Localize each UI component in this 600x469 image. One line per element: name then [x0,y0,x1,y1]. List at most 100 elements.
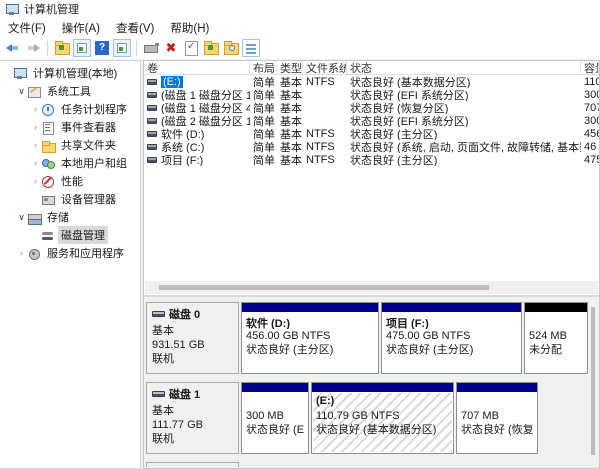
menu-item[interactable]: 帮助(H) [162,18,217,38]
partition-box[interactable]: 项目 (F:)475.00 GB NTFS状态良好 (主分区) [381,302,522,374]
horizontal-scrollbar[interactable] [145,281,598,294]
partition-box[interactable]: 300 MB状态良好 (EFI 系统分区) [241,382,309,454]
sidebar-item[interactable]: 设备管理器 [0,190,140,208]
layout-cell: 简单 [250,114,277,127]
chevron-right-icon[interactable]: › [16,248,27,258]
partition-body: (E:)110.79 GB NTFS状态良好 (基本数据分区) [313,393,452,452]
back-icon[interactable] [4,39,22,57]
disk-info-cell[interactable]: 磁盘 1基本111.77 GB联机 [146,382,239,454]
chevron-right-icon[interactable]: › [30,104,41,114]
layout-cell: 简单 [250,153,277,166]
properties-icon[interactable] [242,39,260,57]
delete-volume-icon[interactable]: ✖ [162,39,180,57]
column-header[interactable]: 文件系统 [303,61,347,74]
column-header[interactable]: 状态 [347,61,581,74]
menu-item[interactable]: 查看(V) [108,18,162,38]
filesystem-cell: NTFS [303,127,347,140]
partition-title [246,395,304,409]
action-pane-icon[interactable] [113,39,131,57]
console-tree-icon[interactable] [73,39,91,57]
disk-size: 931.51 GB [152,338,233,352]
toolbar: ✖ [0,37,600,59]
partition-color-bar [457,383,537,392]
status-cell: 状态良好 (系统, 启动, 页面文件, 故障转储, 基本数据分区) [347,140,581,153]
volume-row[interactable]: (磁盘 1 磁盘分区 4)简单基本状态良好 (恢复分区)707 MB [144,101,599,114]
volume-cell: (E:) [144,75,250,88]
vertical-scrollbar-thumb[interactable] [591,307,595,455]
sidebar-item-label: 事件查看器 [58,118,119,136]
disk-type: 基本 [152,404,233,418]
filesystem-cell: NTFS [303,75,347,88]
partition-size: 300 MB [246,409,304,423]
disk-management-icon [41,229,55,242]
sidebar-item[interactable]: ›本地用户和组 [0,154,140,172]
help-icon[interactable] [93,39,111,57]
partition-box[interactable]: 707 MB状态良好 (恢复分区) [456,382,538,454]
disk-icon [152,391,165,397]
volume-row[interactable]: (E:)简单基本NTFS状态良好 (基本数据分区)110.79 GB [144,75,599,88]
partition-color-bar [312,383,453,392]
sidebar-item[interactable]: ∨系统工具 [0,82,140,100]
sidebar-item[interactable]: ›任务计划程序 [0,100,140,118]
title-bar: 计算机管理 [0,0,600,18]
disk-graphical-pane: 磁盘 0基本931.51 GB联机软件 (D:)456.00 GB NTFS状态… [144,295,599,468]
menu-item[interactable]: 文件(F) [0,18,54,38]
next-disk-row-clipped [146,462,587,467]
mark-active-icon[interactable] [182,39,200,57]
type-cell: 基本 [277,75,303,88]
chevron-down-icon[interactable]: ∨ [16,212,27,223]
status-cell: 状态良好 (恢复分区) [347,101,581,114]
layout-cell: 简单 [250,140,277,153]
partitions: 软件 (D:)456.00 GB NTFS状态良好 (主分区)项目 (F:)47… [241,302,590,374]
performance-icon [41,175,55,188]
type-cell: 基本 [277,101,303,114]
disk-type: 基本 [152,324,233,338]
partition-box[interactable]: (E:)110.79 GB NTFS状态良好 (基本数据分区) [311,382,454,454]
chevron-right-icon[interactable]: › [30,122,41,132]
column-header[interactable]: 类型 [277,61,303,74]
chevron-right-icon[interactable]: › [30,176,41,186]
sidebar-item[interactable]: 磁盘管理 [0,226,140,244]
volume-row[interactable]: 系统 (C:)简单基本NTFS状态良好 (系统, 启动, 页面文件, 故障转储,… [144,140,599,153]
type-cell: 基本 [277,127,303,140]
sidebar-item[interactable]: › 事件查看器 [0,118,140,136]
type-cell: 基本 [277,114,303,127]
sidebar-item[interactable]: 计算机管理(本地) [0,64,140,82]
column-header[interactable]: 布局 [250,61,277,74]
chevron-right-icon[interactable]: › [30,158,41,168]
volume-row[interactable]: 软件 (D:)简单基本NTFS状态良好 (主分区)456.00 GB [144,127,599,140]
partition-box[interactable]: 524 MB未分配 [524,302,588,374]
capacity-cell: 300 MB [581,88,599,101]
horizontal-scrollbar-thumb[interactable] [159,285,489,290]
volume-row[interactable]: (磁盘 1 磁盘分区 1)简单基本状态良好 (EFI 系统分区)300 MB [144,88,599,101]
volume-row[interactable]: (磁盘 2 磁盘分区 1)简单基本状态良好 (EFI 系统分区)300 MB [144,114,599,127]
partition-body: 软件 (D:)456.00 GB NTFS状态良好 (主分区) [243,313,377,372]
explore-icon[interactable] [222,39,240,57]
sidebar-item[interactable]: ›性能 [0,172,140,190]
sidebar-item[interactable]: ›服务和应用程序 [0,244,140,262]
sidebar-item[interactable]: ›共享文件夹 [0,136,140,154]
sidebar-item[interactable]: ∨存储 [0,208,140,226]
volume-name: (E:) [161,76,183,88]
volume-row[interactable]: 项目 (F:)简单基本NTFS状态良好 (主分区)475.00 GB [144,153,599,166]
explore-icon-glyph [229,45,235,51]
rescan-disks-icon[interactable] [142,39,160,57]
chevron-right-icon[interactable]: › [30,140,41,150]
volume-icon [147,79,157,85]
chevron-down-icon[interactable]: ∨ [16,86,27,97]
open-icon[interactable] [202,39,220,57]
status-cell: 状态良好 (EFI 系统分区) [347,88,581,101]
column-header[interactable]: 卷 [144,61,250,74]
menu-item[interactable]: 操作(A) [54,18,108,38]
partition-box[interactable]: 软件 (D:)456.00 GB NTFS状态良好 (主分区) [241,302,379,374]
disk-info-cell[interactable]: 磁盘 0基本931.51 GB联机 [146,302,239,374]
open-icon-glyph [208,45,213,50]
column-header[interactable]: 容量 [581,61,599,74]
export-list-icon[interactable] [53,39,71,57]
volume-table-body: (E:)简单基本NTFS状态良好 (基本数据分区)110.79 GB(磁盘 1 … [144,75,599,166]
volume-name: (磁盘 2 磁盘分区 1) [161,114,250,127]
partition-title: 项目 (F:) [386,315,517,329]
forward-icon[interactable] [24,39,42,57]
partition-title [529,315,583,329]
vertical-scrollbar[interactable] [588,299,598,466]
